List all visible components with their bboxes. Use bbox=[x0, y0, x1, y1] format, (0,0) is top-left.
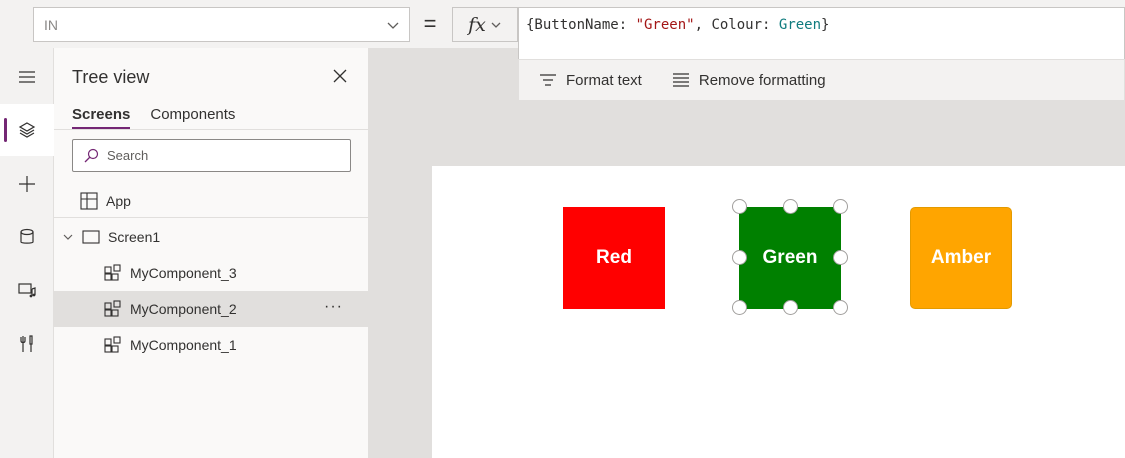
tree-item-label: MyComponent_3 bbox=[130, 265, 237, 281]
tree-divider bbox=[54, 217, 369, 218]
database-icon bbox=[20, 228, 34, 244]
data-button[interactable] bbox=[0, 211, 54, 263]
search-icon bbox=[84, 148, 99, 162]
formula-open: {ButtonName: bbox=[526, 17, 636, 33]
remove-formatting-button[interactable]: Remove formatting bbox=[672, 72, 826, 89]
chevron-down-icon[interactable] bbox=[62, 231, 74, 243]
tree-item-label: App bbox=[106, 193, 131, 209]
search-placeholder: Search bbox=[107, 148, 149, 163]
insert-button[interactable] bbox=[0, 158, 54, 210]
tab-screens[interactable]: Screens bbox=[72, 106, 131, 129]
menu-button[interactable] bbox=[0, 51, 54, 103]
chevron-down-icon bbox=[491, 22, 501, 28]
screen-icon bbox=[82, 228, 100, 246]
formula-colour: Green bbox=[778, 17, 822, 33]
layers-icon bbox=[18, 122, 36, 138]
plus-icon bbox=[19, 176, 35, 192]
formula-string: "Green" bbox=[635, 17, 695, 33]
tree-item-label: Screen1 bbox=[108, 229, 161, 245]
app-canvas: Red Green Amber bbox=[432, 166, 1125, 458]
red-button[interactable]: Red bbox=[563, 207, 665, 309]
tools-icon bbox=[20, 335, 33, 352]
tree-item-label: MyComponent_1 bbox=[130, 337, 237, 353]
tree-item-mycomponent-3[interactable]: MyComponent_3 bbox=[54, 255, 369, 291]
tab-components[interactable]: Components bbox=[150, 106, 235, 129]
tree-item-screen1[interactable]: Screen1 bbox=[54, 219, 369, 255]
resize-handle-bottom[interactable] bbox=[783, 300, 798, 315]
formula-close: } bbox=[821, 17, 830, 33]
fx-icon: fx bbox=[468, 13, 486, 36]
tree-item-mycomponent-2[interactable]: MyComponent_2 ··· bbox=[54, 291, 369, 327]
property-dropdown[interactable]: IN bbox=[33, 7, 410, 42]
resize-handle-bottom-right[interactable] bbox=[833, 300, 848, 315]
component-icon bbox=[104, 264, 122, 282]
tree-tabs: Screens Components bbox=[72, 106, 235, 129]
green-button[interactable]: Green bbox=[739, 207, 841, 309]
media-icon bbox=[18, 283, 36, 298]
tree-view-title: Tree view bbox=[72, 67, 150, 87]
formula-input[interactable]: {ButtonName: "Green", Colour: Green} bbox=[518, 7, 1125, 59]
hamburger-icon bbox=[19, 71, 35, 83]
app-icon bbox=[80, 192, 98, 210]
close-icon[interactable] bbox=[332, 68, 348, 84]
format-text-button[interactable]: Format text bbox=[539, 72, 642, 89]
resize-handle-top[interactable] bbox=[783, 199, 798, 214]
tabs-divider bbox=[54, 129, 369, 130]
resize-handle-top-right[interactable] bbox=[833, 199, 848, 214]
tree-item-label: MyComponent_2 bbox=[130, 301, 237, 317]
tree-item-app[interactable]: App bbox=[54, 183, 369, 219]
tree-item-mycomponent-1[interactable]: MyComponent_1 bbox=[54, 327, 369, 363]
remove-formatting-icon bbox=[672, 73, 689, 87]
remove-formatting-label: Remove formatting bbox=[698, 71, 826, 89]
fx-button[interactable]: fx bbox=[452, 7, 518, 42]
resize-handle-left[interactable] bbox=[732, 250, 747, 265]
resize-handle-right[interactable] bbox=[833, 250, 848, 265]
chevron-down-icon bbox=[387, 22, 399, 29]
format-toolbar: Format text Remove formatting bbox=[518, 59, 1125, 101]
tools-button[interactable] bbox=[0, 318, 54, 370]
resize-handle-top-left[interactable] bbox=[732, 199, 747, 214]
search-input[interactable]: Search bbox=[72, 139, 351, 172]
tree-view-panel: Tree view Screens Components Search App … bbox=[54, 48, 369, 458]
equals-sign: = bbox=[423, 11, 437, 36]
format-text-icon bbox=[540, 74, 556, 86]
more-options-button[interactable]: ··· bbox=[324, 298, 343, 316]
formula-mid: , Colour: bbox=[694, 17, 779, 33]
left-rail bbox=[0, 48, 54, 458]
format-text-label: Format text bbox=[566, 71, 642, 89]
component-icon bbox=[104, 336, 122, 354]
property-value: IN bbox=[44, 16, 58, 33]
amber-button[interactable]: Amber bbox=[910, 207, 1012, 309]
media-button[interactable] bbox=[0, 264, 54, 316]
tree-view-button[interactable] bbox=[0, 104, 54, 156]
component-icon bbox=[104, 300, 122, 318]
resize-handle-bottom-left[interactable] bbox=[732, 300, 747, 315]
